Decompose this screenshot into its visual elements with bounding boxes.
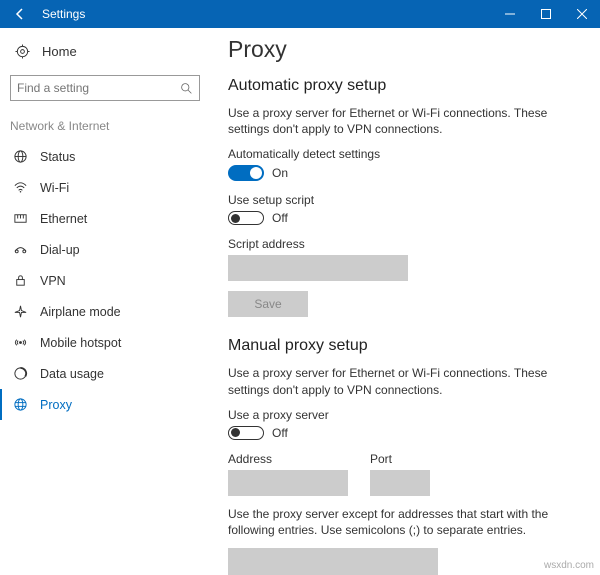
wifi-icon [10, 180, 30, 195]
page-title: Proxy [228, 36, 586, 63]
manual-desc: Use a proxy server for Ethernet or Wi-Fi… [228, 365, 578, 397]
vpn-icon [10, 273, 30, 288]
toggle-state: On [272, 166, 288, 180]
sidebar-item-label: Mobile hotspot [40, 336, 121, 350]
use-proxy-toggle[interactable]: Off [228, 426, 586, 440]
proxy-icon [10, 397, 30, 412]
detect-toggle[interactable]: On [228, 165, 586, 181]
toggle-switch-off[interactable] [228, 211, 264, 225]
sidebar-item-hotspot[interactable]: Mobile hotspot [8, 327, 206, 358]
sidebar-item-proxy[interactable]: Proxy [0, 389, 206, 420]
sidebar-home-label: Home [42, 44, 77, 59]
toggle-state: Off [272, 211, 288, 225]
script-toggle[interactable]: Off [228, 211, 586, 225]
save-button[interactable]: Save [228, 291, 308, 317]
gear-icon [12, 44, 32, 59]
auto-desc: Use a proxy server for Ethernet or Wi-Fi… [228, 105, 578, 137]
script-label: Use setup script [228, 193, 586, 207]
window-title: Settings [40, 7, 492, 21]
manual-heading: Manual proxy setup [228, 337, 586, 355]
port-label: Port [370, 452, 430, 466]
watermark: wsxdn.com [544, 560, 594, 571]
ethernet-icon [10, 211, 30, 226]
sidebar-item-airplane[interactable]: Airplane mode [8, 296, 206, 327]
titlebar: Settings [0, 0, 600, 28]
datausage-icon [10, 366, 30, 381]
sidebar-item-label: Proxy [40, 398, 72, 412]
auto-heading: Automatic proxy setup [228, 77, 586, 95]
globe-icon [10, 149, 30, 164]
sidebar: Home Network & Internet Status Wi-Fi Eth… [0, 28, 210, 575]
exceptions-input[interactable] [228, 548, 438, 575]
address-label: Address [228, 452, 348, 466]
close-button[interactable] [564, 0, 600, 28]
sidebar-item-label: VPN [40, 274, 66, 288]
sidebar-item-ethernet[interactable]: Ethernet [8, 203, 206, 234]
script-address-input[interactable] [228, 255, 408, 281]
sidebar-item-label: Airplane mode [40, 305, 121, 319]
toggle-switch-on[interactable] [228, 165, 264, 181]
sidebar-item-wifi[interactable]: Wi-Fi [8, 172, 206, 203]
sidebar-section-header: Network & Internet [8, 119, 206, 141]
detect-label: Automatically detect settings [228, 147, 586, 161]
toggle-switch-off[interactable] [228, 426, 264, 440]
sidebar-item-datausage[interactable]: Data usage [8, 358, 206, 389]
sidebar-item-label: Dial-up [40, 243, 80, 257]
back-button[interactable] [0, 0, 40, 28]
script-addr-label: Script address [228, 237, 586, 251]
hotspot-icon [10, 335, 30, 350]
search-input[interactable] [17, 81, 180, 95]
sidebar-item-vpn[interactable]: VPN [8, 265, 206, 296]
airplane-icon [10, 304, 30, 319]
content-pane: Proxy Automatic proxy setup Use a proxy … [210, 28, 600, 575]
search-icon [180, 82, 193, 95]
sidebar-item-label: Ethernet [40, 212, 87, 226]
port-input[interactable] [370, 470, 430, 496]
toggle-state: Off [272, 426, 288, 440]
sidebar-item-status[interactable]: Status [8, 141, 206, 172]
dialup-icon [10, 242, 30, 257]
use-proxy-label: Use a proxy server [228, 408, 586, 422]
search-box[interactable] [10, 75, 200, 101]
sidebar-home[interactable]: Home [8, 38, 206, 65]
sidebar-item-label: Wi-Fi [40, 181, 69, 195]
sidebar-item-label: Data usage [40, 367, 104, 381]
minimize-button[interactable] [492, 0, 528, 28]
sidebar-item-dialup[interactable]: Dial-up [8, 234, 206, 265]
exceptions-desc: Use the proxy server except for addresse… [228, 506, 578, 538]
address-input[interactable] [228, 470, 348, 496]
sidebar-item-label: Status [40, 150, 75, 164]
maximize-button[interactable] [528, 0, 564, 28]
